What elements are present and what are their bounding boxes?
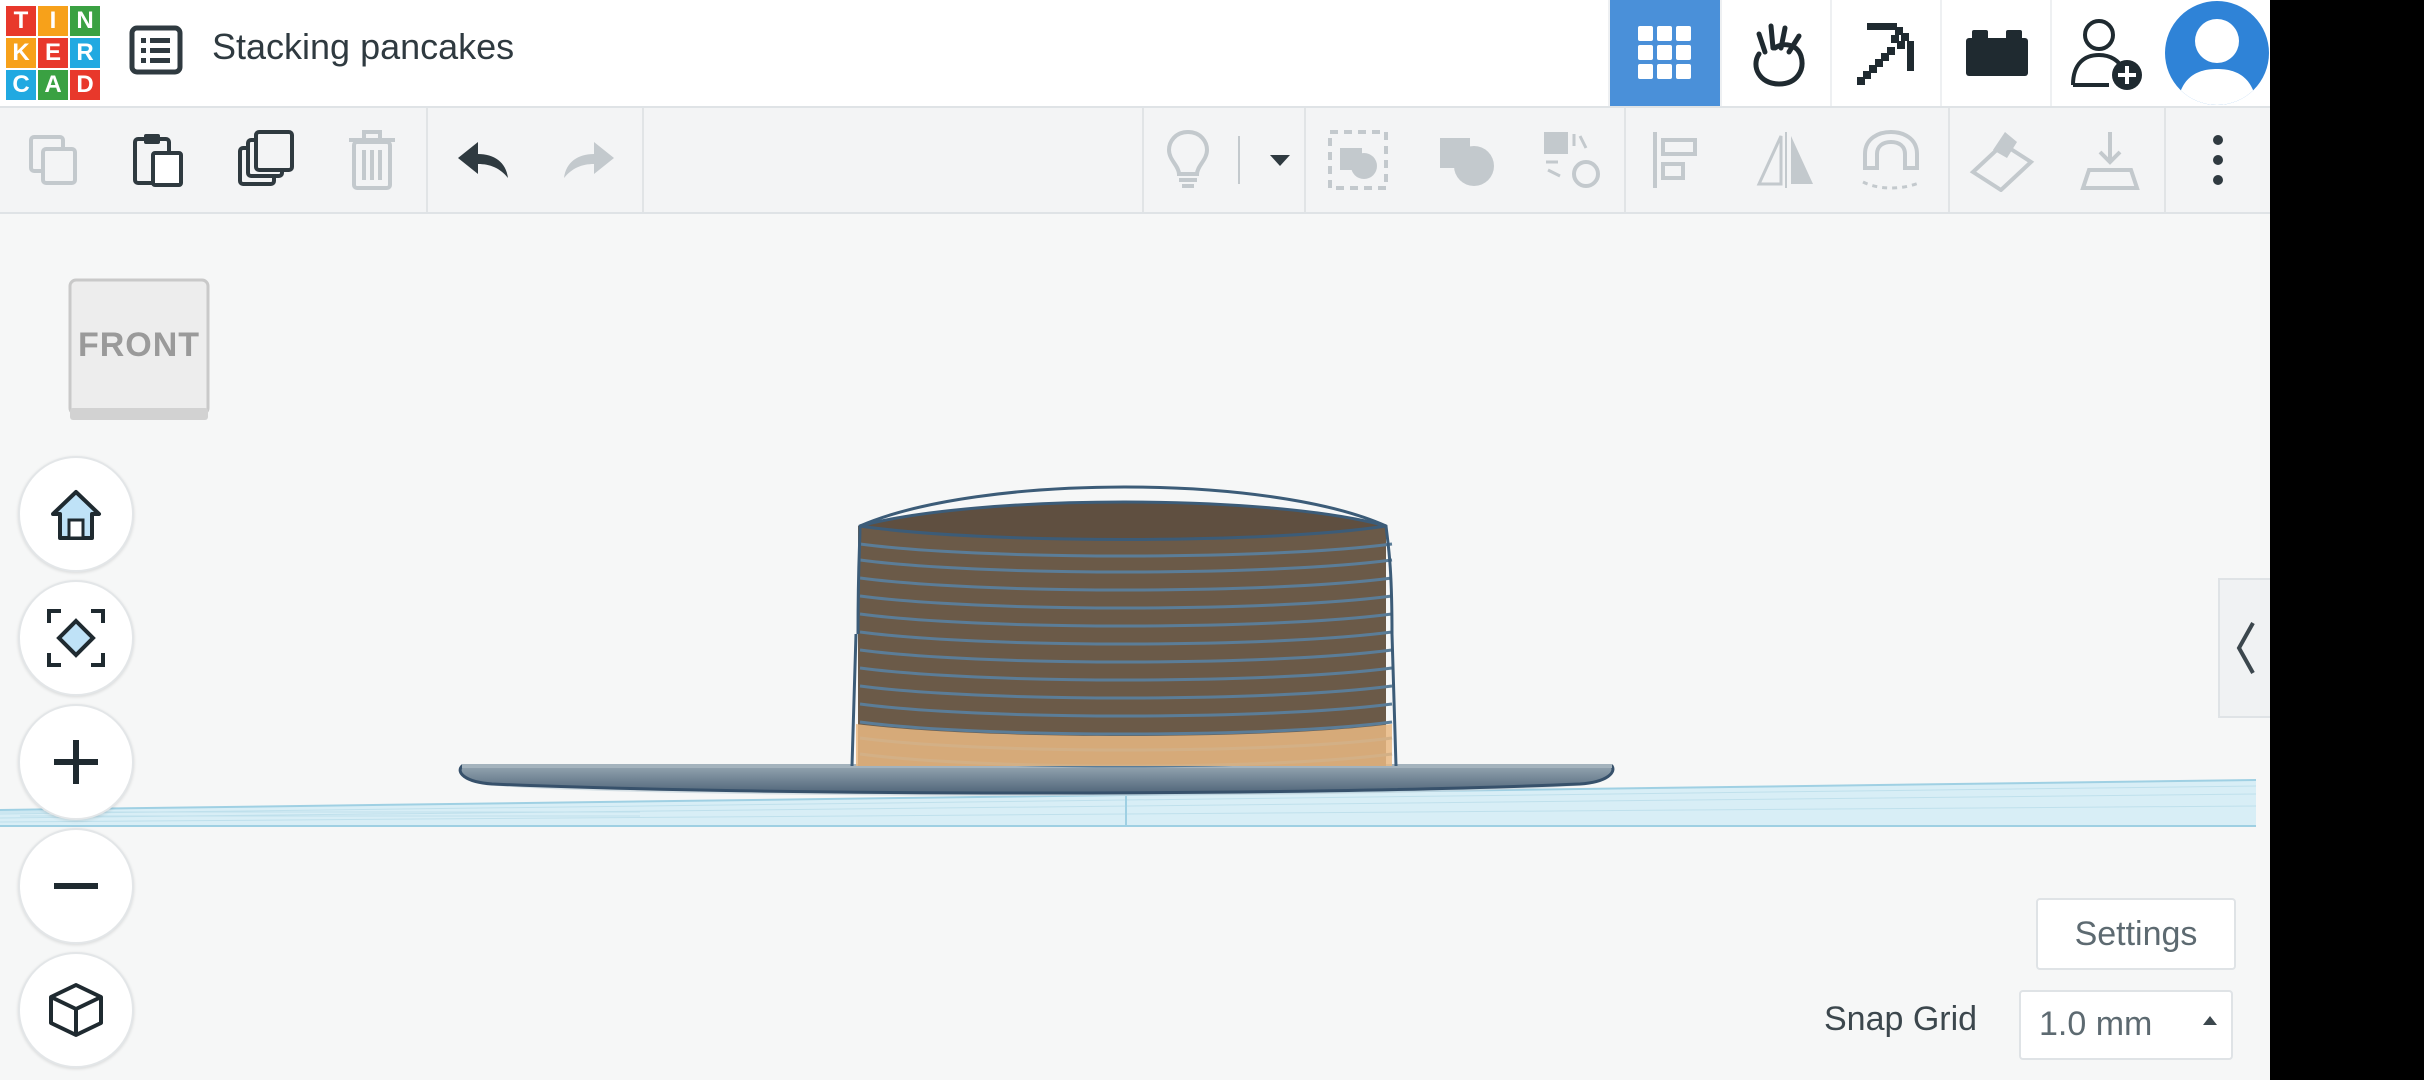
snap-grid-label: Snap Grid [1824, 1000, 1978, 1038]
pancake-stack[interactable] [850, 485, 1398, 768]
3d-viewport[interactable]: FRONT Settings Snap Grid 1.0 mm [0, 214, 2270, 1080]
copy-icon [29, 135, 77, 185]
duplicate-icon [238, 130, 294, 186]
brick-icon [1966, 30, 2028, 76]
view-cube[interactable]: FRONT [66, 276, 212, 426]
logo-letter: A [37, 69, 69, 101]
cube-perspective-icon [49, 983, 103, 1037]
minecraft-button[interactable] [1830, 0, 1942, 106]
home-view-button[interactable] [18, 456, 134, 572]
fit-view-button[interactable] [18, 580, 134, 696]
toolbar-separator [1304, 108, 1306, 212]
dropdown-icon [1270, 155, 1290, 166]
group-button[interactable] [1316, 118, 1400, 202]
copy-button[interactable] [12, 118, 96, 202]
logo-letter: E [37, 37, 69, 69]
logo-letter: C [5, 69, 37, 101]
editing-toolbar [0, 108, 2270, 214]
view-cube-face-label: FRONT [77, 326, 201, 364]
fit-view-icon [47, 609, 105, 667]
logo-letter: R [69, 37, 101, 69]
grid-icon [1638, 26, 1691, 79]
delete-button[interactable] [330, 118, 414, 202]
bricks-button[interactable] [1940, 0, 2052, 106]
mirror-icon [1756, 132, 1813, 188]
redo-icon [564, 142, 614, 178]
paste-icon [133, 134, 183, 187]
3d-design-view-button[interactable] [1608, 0, 1720, 106]
toolbar-separator [1624, 108, 1626, 212]
workplane-button[interactable] [1960, 118, 2044, 202]
note-light-icon [1166, 129, 1210, 188]
magnet-icon [1862, 129, 1922, 190]
more-icon [2213, 135, 2223, 185]
align-icon [1653, 132, 1697, 188]
group-icon [1328, 130, 1388, 190]
simulate-button[interactable] [1720, 0, 1832, 106]
screen-edge [2270, 0, 2424, 1080]
more-options-button[interactable] [2176, 118, 2260, 202]
logo-letter: K [5, 37, 37, 69]
note-dropdown-button[interactable] [1228, 118, 1308, 202]
header-bar: T I N K E R C A D Stacking pancakes [0, 0, 2270, 108]
snap-grid-select[interactable]: 1.0 mm [2019, 990, 2233, 1060]
paste-button[interactable] [116, 118, 200, 202]
home-icon [51, 490, 101, 540]
zoom-out-button[interactable] [18, 828, 134, 944]
ruler-icon [2080, 132, 2140, 190]
snap-grid-value: 1.0 mm [2039, 1005, 2153, 1043]
duplicate-button[interactable] [224, 118, 308, 202]
redo-button[interactable] [546, 118, 630, 202]
perspective-toggle-button[interactable] [18, 952, 134, 1068]
note-button[interactable] [1146, 118, 1230, 202]
toolbar-separator [2164, 108, 2166, 212]
invite-user-button[interactable] [2050, 0, 2162, 106]
design-list-button[interactable] [128, 24, 184, 76]
project-title[interactable]: Stacking pancakes [212, 26, 514, 68]
cruise-icon [1544, 132, 1600, 188]
ungroup-icon [1440, 138, 1494, 186]
toolbar-separator [426, 108, 428, 212]
pickaxe-icon [1857, 23, 1914, 85]
mirror-button[interactable] [1744, 118, 1828, 202]
tinkercad-logo[interactable]: T I N K E R C A D [5, 5, 101, 101]
avatar-icon [2177, 19, 2257, 105]
logo-letter: N [69, 5, 101, 37]
undo-icon [458, 142, 508, 178]
user-avatar[interactable] [2165, 1, 2269, 105]
ungroup-button[interactable] [1424, 118, 1508, 202]
collapse-panel-tab[interactable] [2218, 578, 2270, 718]
plate[interactable] [458, 764, 1615, 795]
logo-letter: T [5, 5, 37, 37]
logo-letter: D [69, 69, 101, 101]
hand-icon [1753, 23, 1805, 87]
undo-button[interactable] [442, 118, 526, 202]
magnet-button[interactable] [1850, 118, 1934, 202]
toolbar-separator [642, 108, 644, 212]
settings-button[interactable]: Settings [2036, 898, 2236, 970]
logo-letter: I [37, 5, 69, 37]
list-icon [129, 25, 183, 75]
add-user-icon [2071, 19, 2142, 90]
cruise-button[interactable] [1530, 118, 1614, 202]
toolbar-separator [1948, 108, 1950, 212]
toolbar-separator [1142, 108, 1144, 212]
workplane-icon [1969, 132, 2035, 192]
plus-icon [54, 740, 98, 784]
caret-up-icon [2203, 1016, 2217, 1025]
zoom-in-button[interactable] [18, 704, 134, 820]
trash-icon [349, 130, 395, 190]
scene-canvas [0, 485, 2256, 827]
tinkercad-app: T I N K E R C A D Stacking pancakes FRON… [0, 0, 2270, 1080]
chevron-left-icon [2236, 622, 2255, 674]
minus-icon [54, 883, 98, 889]
ruler-button[interactable] [2068, 118, 2152, 202]
align-button[interactable] [1636, 118, 1720, 202]
